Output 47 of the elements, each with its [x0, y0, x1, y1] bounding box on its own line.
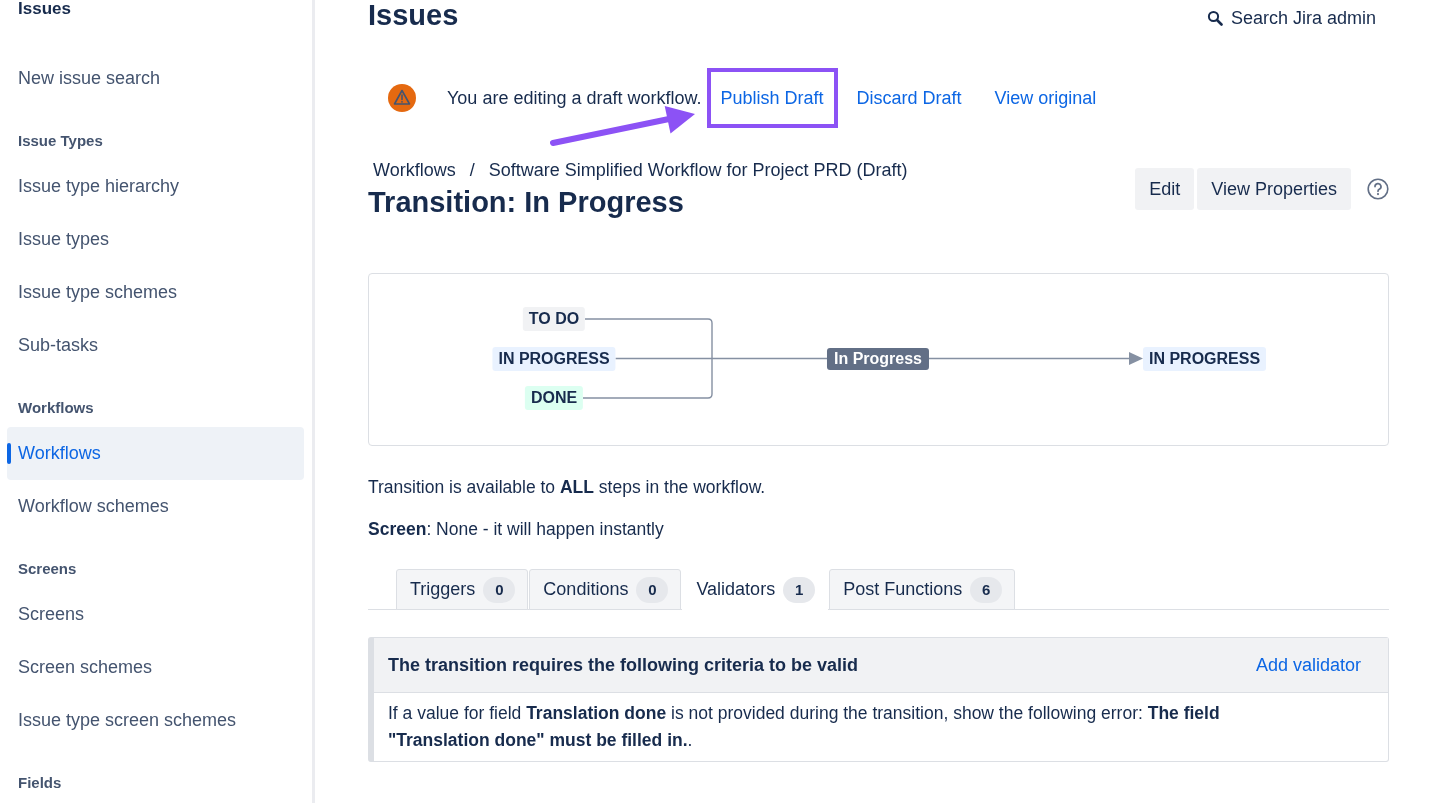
- sidebar-item[interactable]: New issue search: [7, 51, 304, 105]
- transition-title: Transition: In Progress: [368, 185, 685, 219]
- sidebar-item[interactable]: Sub-tasks: [7, 318, 304, 372]
- sidebar-item[interactable]: Screens: [7, 587, 304, 641]
- action-button[interactable]: Edit: [1135, 168, 1195, 210]
- sidebar-item[interactable]: Issue type hierarchy: [7, 159, 304, 213]
- section-heading: Workflows: [18, 399, 95, 417]
- status-node: IN PROGRESS: [1143, 346, 1267, 371]
- validator-rule-text: If a value for field Translation done is not provided during the transition, show the following error: The field "Translation done" must be filled in..: [387, 702, 1221, 752]
- tab[interactable]: Triggers 0: [396, 569, 529, 610]
- sidebar-item[interactable]: Issue type schemes: [7, 265, 304, 319]
- search-button[interactable]: Search Jira admin: [1206, 7, 1376, 29]
- sidebar-item[interactable]: Workflow schemes: [7, 479, 304, 533]
- status-node: DONE: [524, 386, 584, 410]
- section-heading: Issue Types: [18, 132, 104, 150]
- warning-icon: [388, 84, 416, 112]
- banner-link[interactable]: Publish Draft: [720, 87, 824, 109]
- screen-text: Screen: None - it will happen instantly: [368, 518, 665, 541]
- status-node: TO DO: [522, 307, 586, 331]
- sidebar-item[interactable]: Issue types: [7, 212, 304, 266]
- section-heading: Fields: [18, 774, 63, 792]
- transition-label: In Progress: [827, 347, 929, 370]
- tab-count: 6: [970, 576, 1003, 603]
- sidebar-item[interactable]: Issue type screen schemes: [7, 693, 304, 747]
- tab-count: 1: [783, 576, 816, 603]
- section-heading: Screens: [18, 560, 78, 578]
- banner-link[interactable]: View original: [994, 87, 1097, 109]
- tab-count: 0: [636, 576, 669, 603]
- banner-link[interactable]: Discard Draft: [856, 87, 962, 109]
- action-button[interactable]: View Properties: [1197, 168, 1351, 210]
- search-icon: [1206, 10, 1223, 26]
- status-node: IN PROGRESS: [492, 346, 616, 371]
- panel-heading: The transition requires the following criteria to be valid: [388, 654, 859, 676]
- sidebar-title: Issues: [18, 0, 72, 18]
- sidebar-item[interactable]: Screen schemes: [7, 640, 304, 694]
- tab[interactable]: Conditions 0: [529, 569, 682, 610]
- draft-message: You are editing a draft workflow.: [447, 87, 702, 109]
- availability-text: Transition is available to ALL steps in the workflow.: [368, 476, 767, 499]
- sidebar-item[interactable]: Workflows: [7, 426, 304, 480]
- tab-count: 0: [483, 576, 516, 603]
- breadcrumb-link[interactable]: Workflows: [373, 159, 456, 181]
- page-heading: Issues: [368, 0, 459, 33]
- breadcrumb-separator: /: [469, 159, 475, 181]
- tab[interactable]: Post Functions 6: [829, 569, 1016, 610]
- help-icon[interactable]: [1367, 178, 1389, 200]
- add-validator-link[interactable]: Add validator: [1255, 654, 1361, 676]
- breadcrumb-link[interactable]: Software Simplified Workflow for Project PRD (Draft): [488, 159, 908, 181]
